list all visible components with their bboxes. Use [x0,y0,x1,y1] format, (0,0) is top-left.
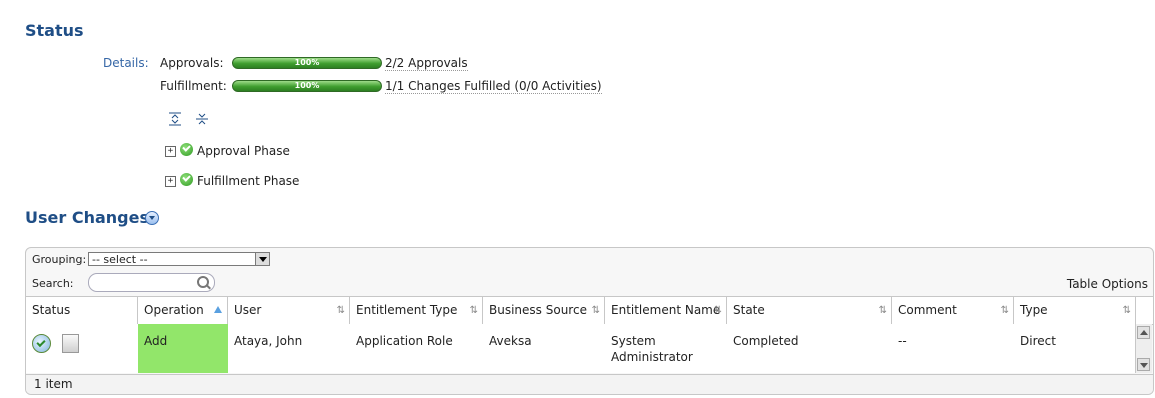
comment-cell: -- [898,334,907,348]
fulfillment-phase-expand-icon[interactable]: + [165,176,176,187]
status-cell [26,324,138,373]
column-header-label: Status [32,303,71,317]
fulfillment-summary-link[interactable]: 1/1 Changes Fulfilled (0/0 Activities) [385,79,602,94]
item-count: 1 item [34,377,73,391]
column-header-label: Entitlement Type [356,303,458,317]
details-label: Details: [103,56,149,70]
column-header-label: Business Source [489,303,587,317]
column-header-label: Comment [898,303,957,317]
fulfillment-phase-label[interactable]: Fulfillment Phase [197,174,299,188]
column-header-label: Operation [144,303,204,317]
user-cell: Ataya, John [234,334,303,348]
collapse-all-icon[interactable] [195,112,209,126]
column-header-comment[interactable]: Comment ⇅ [892,297,1014,324]
sort-icon: ⇅ [1000,305,1009,316]
column-header-state[interactable]: State ⇅ [727,297,892,324]
column-header-user[interactable]: User ⇅ [228,297,350,324]
business-source-cell: Aveksa [489,334,532,348]
user-changes-table-panel: Grouping: -- select -- Search: Table Opt… [25,247,1154,395]
column-header-operation[interactable]: Operation [138,297,228,324]
column-header-label: Type [1020,303,1048,317]
column-header-label: User [234,303,262,317]
approvals-label: Approvals: [160,56,224,70]
sort-icon: ⇅ [713,305,722,316]
fulfillment-progress-text: 100% [294,81,320,90]
column-header-entitlement-name[interactable]: Entitlement Name ⇅ [605,297,727,324]
entitlement-type-cell: Application Role [356,334,453,348]
sort-ascending-icon [214,306,222,313]
sort-icon: ⇅ [878,305,887,316]
status-heading: Status [25,21,84,40]
search-label: Search: [32,277,74,290]
column-header-entitlement-type[interactable]: Entitlement Type ⇅ [350,297,483,324]
table-header: Status Operation User ⇅ Entitlement Type ⇅… [26,296,1153,325]
approval-phase-label[interactable]: Approval Phase [197,144,290,158]
expand-all-icon[interactable] [168,112,182,126]
grouping-label: Grouping: [32,253,87,266]
entitlement-name-cell: System Administrator [611,334,693,364]
column-header-business-source[interactable]: Business Source ⇅ [483,297,605,324]
state-cell: Completed [733,334,799,348]
column-header-type[interactable]: Type ⇅ [1014,297,1136,324]
approval-phase-expand-icon[interactable]: + [165,146,176,157]
approvals-progress-bar: 100% [232,57,382,69]
user-changes-heading: User Changes [25,208,149,227]
fulfillment-label: Fulfillment: [160,79,227,93]
operation-cell: Add [138,324,228,373]
search-input[interactable] [88,273,215,292]
table-options-link[interactable]: Table Options [1067,277,1148,291]
dropdown-arrow-icon[interactable] [255,253,269,265]
check-circle-icon [180,173,193,186]
scroll-down-icon[interactable] [1137,358,1150,371]
sort-icon: ⇅ [336,305,345,316]
fulfillment-progress-bar: 100% [232,80,382,92]
sort-icon: ⇅ [591,305,600,316]
top-cropped-link-left[interactable] [100,0,103,4]
chevron-down-icon[interactable] [145,211,159,225]
search-icon[interactable] [197,276,209,288]
completed-status-icon [32,334,51,353]
sort-icon: ⇅ [469,305,478,316]
check-circle-icon [180,143,193,156]
grouping-select-value: -- select -- [92,253,148,266]
type-cell: Direct [1020,334,1056,348]
scroll-up-icon[interactable] [1137,326,1150,339]
grouping-select[interactable]: -- select -- [88,252,270,266]
approvals-progress-text: 100% [294,58,320,67]
column-header-status[interactable]: Status [26,297,138,324]
sort-icon: ⇅ [1122,305,1131,316]
approvals-summary-link[interactable]: 2/2 Approvals [385,56,468,71]
column-header-label: Entitlement Name [611,303,721,317]
table-scrollbar[interactable] [1135,324,1152,373]
column-header-label: State [733,303,765,317]
table-row[interactable]: Add Ataya, John Application Role Aveksa … [26,324,1136,373]
table-footer: 1 item [26,374,1153,394]
document-icon[interactable] [62,334,79,353]
